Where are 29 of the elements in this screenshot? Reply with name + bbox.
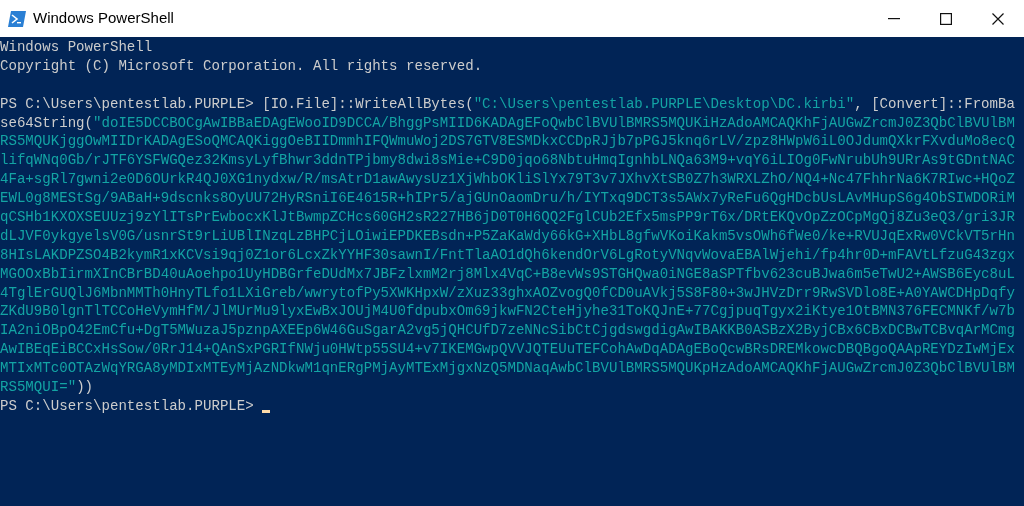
string-literal: "doIE5DCCBOCgAwIBBaEDAgEWooID9DCCA/BhggPsMIID6KADAgEFoQwbClBVUlBMRS5MQUKiHzAdoAMCAQKhFjAUGwZrcmJ0Z3QbClBVUlBM	[93, 113, 1015, 133]
string-literal: 8HIsLAKDPZSO4B2kymR1xKCVsi9qj0Z1or6LcxZkYYHF30sawnI/FntTlaAO1dQh6kendOrV6LgRotyVNqvWovaEBAlWjehi/fp4hr0D+mFAVtLfzuG43zgx	[0, 245, 1015, 265]
command-text: [IO.File]::WriteAllBytes(	[262, 94, 474, 114]
string-literal: IA2niOBpO42EmCfu+DgT5MWuzaJ5pznpAXEEp6W46GuSgarA2vg5jQHCUfD7zeNNcSibCtCjgdswgdigAwIBAKKB0ASBzX2ByjCBx6CBxDCBwTCBvqArMCmg	[0, 321, 1015, 341]
window-title: Windows PowerShell	[33, 8, 174, 29]
string-literal: "C:\Users\pentestlab.PURPLE\Desktop\DC.kirbi"	[473, 94, 855, 114]
string-literal: RS5MQUI="	[0, 378, 77, 397]
prompt-text: PS C:\Users\pentestlab.PURPLE>	[0, 94, 255, 114]
prompt-text: PS C:\Users\pentestlab.PURPLE>	[0, 396, 255, 416]
string-literal: MTIxMTc0OTAzWqYRGA8yMDIxMTEyMjAzNDkwM1qnERgPMjAyMTExMjgxNzQ5MDNaqAwbClBVUlBMRS5MQUKpHzAdoAMCAQKhFjAUGwZrcmJ0Z3QbClBVUlBM	[0, 359, 1015, 379]
maximize-icon	[940, 12, 952, 25]
command-text: se64String(	[0, 113, 94, 133]
string-literal: EWL0g8MEStSg/9ABaH+9dscnks8OyUU72HyRSniI6E4615R+hIPr5/ajGUnOaomDru/h/IYTxq9DCT3s5AWx7yReFu6QgHDcbUsLAvMHupS6g4ObSIWDORiM	[0, 189, 1015, 209]
string-literal: qCSHb1KXOXSEUUzj9zYlITsPrEwbocxKlJtBwmpZCHcs60GH2sR227HB6jD0T0H6QQ2FglCUb2Efx5msPP9rT6x/DRtEKQvOpZzOCpMgQj8Zu3eQ3/gri3JR	[0, 208, 1015, 227]
close-icon	[992, 12, 1004, 25]
banner-text: Copyright (C) Microsoft Corporation. All rights reserved.	[0, 56, 483, 76]
string-literal: MGOOxBbIirmXInCBrBD40uAoehpo1UyHDBGrfeDUdMx7JBFzlxmM2rj8Mlx4VqC+B8evWs9STGHQwa0iNGE8aSPTfbv623cuBJwa6m5eTwU2+AWSB6Eyc8uL	[0, 264, 1015, 284]
string-literal: 4Fa+sgRl7gwni2e0D6OUrkR4QJ0XG1nydxw/R/msAtrD1awAwysUz1XjWhbOKliSlYx79T3v7JXhvXtSB0Z7h3WRXLZhO/NQ4+Nc47FhhrNa6K7RIwc+HQoZ	[0, 170, 1015, 190]
command-text: ))	[76, 378, 94, 397]
minimize-icon	[888, 17, 900, 20]
string-literal: RS5MQUKjggOwMIIDrKADAgESoQMCAQKiggOeBIIDmmhIFQWmuWoj2DS7GTV8ESMDkxCCDpRJjb7pPGJ5knq6rLV/zpz8HWpW6iL0OJdumQXkrFXvduMo8ecQ	[0, 132, 1015, 152]
command-text: , [Convert]::FromBa	[854, 94, 1015, 114]
string-literal: 4TglErGUQlJ6MbnMMTh0HnyTLfo1LXiGreb/wwrytofPy5XWKHpxW/zXuz33ghxAOZvogQ0fCD0uAVkj5S8F80+3wJHVzDrr9RwSVDlo8E+A0YAWCDHpDqfy	[0, 283, 1015, 303]
string-literal: AwIBEqEiBCCxHsSow/0RrJ14+QAnSxPGRIfNWju0HWtp55SU4+v7IKEMGwpQVVJQTEUuTEFCohAwDqADAgEBoQcwBRsDREMkowcDBQBgoQAApREYDzIwMjEx	[0, 340, 1015, 360]
string-literal: ZKdU9B0lgnTlTCCoHeVymHfM/JlMUrMu9lyxEwBxJOUjM4U0fdpubxOm69jkwFN2CteHjyhe31ToKQJnE+77CgjpuqTgyx2iKtye1OtBMN376FECMNKf/w7b	[0, 302, 1015, 322]
banner-text: Windows PowerShell	[0, 38, 153, 57]
powershell-icon	[8, 10, 26, 27]
string-literal: lifqWNq0Gb/rJTF6YSFWGQez32KmsyLyfBhwr3ddnTPjbmy8dwi8sMie+C9D0jqo68NbtuHmqIgnhbLNQa63M9+vqY6iLIOg0FwNrubUh9URrAs9tGDntNAC	[0, 151, 1015, 171]
string-literal: dLJVF0ykgyelsV0G/usnrSt9rLiUBlINzqLzBHPCjLOiwiEPDKEBsdn+P5ZaKaWdy66kG+XHbL8gfwVKoiKakm5vsOWh6fWe0/ke+RVUJqExRw0VCkVT5rHn	[0, 226, 1015, 246]
